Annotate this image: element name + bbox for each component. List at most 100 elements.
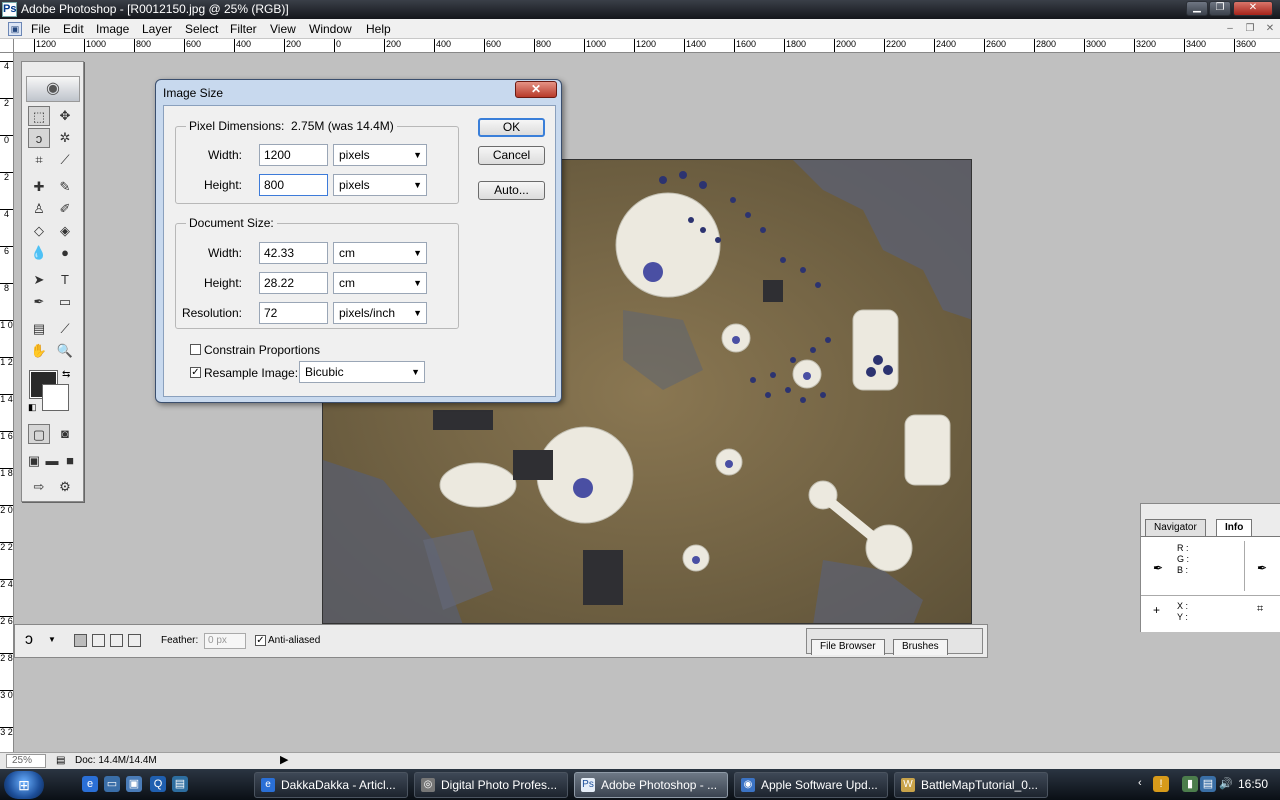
- vertical-ruler[interactable]: 4 2 0 2 4 6 8 1 0 1 2 1 4 1 6 1 8 2 0 2 2 2 4 2 6 2 8 3 0…: [0, 53, 14, 753]
- taskbar-button-apple-update[interactable]: ◉ Apple Software Upd...: [734, 772, 888, 798]
- tray-security-icon[interactable]: !: [1153, 776, 1169, 792]
- menu-help[interactable]: Help: [366, 22, 391, 36]
- magic-wand-tool-icon[interactable]: ✲: [54, 128, 76, 148]
- pen-tool-icon[interactable]: ✒: [28, 292, 50, 312]
- minimize-icon[interactable]: ▁: [1186, 1, 1208, 16]
- cancel-button[interactable]: Cancel: [478, 146, 545, 165]
- menu-select[interactable]: Select: [185, 22, 218, 36]
- standard-screen-mode-icon[interactable]: ▣: [26, 451, 42, 471]
- menu-edit[interactable]: Edit: [63, 22, 84, 36]
- photoshop-quicklaunch-icon[interactable]: ▤: [172, 776, 188, 792]
- tray-expand-icon[interactable]: ‹: [1138, 777, 1142, 789]
- taskbar-button-digital-photo[interactable]: ◎ Digital Photo Profes...: [414, 772, 568, 798]
- constrain-proportions-checkbox[interactable]: [190, 344, 201, 355]
- horizontal-ruler[interactable]: 1200 1000 800 600 400 200 0 200 400 600 800 1000 120…: [14, 39, 1280, 53]
- dialog-close-icon[interactable]: ✕: [515, 81, 557, 98]
- taskbar-button-photoshop[interactable]: Ps Adobe Photoshop - ...: [574, 772, 728, 798]
- background-color-swatch[interactable]: [42, 384, 69, 411]
- healing-brush-tool-icon[interactable]: ✚: [28, 177, 50, 197]
- restore-icon[interactable]: ❐: [1209, 1, 1231, 16]
- crop-tool-icon[interactable]: ⌗: [28, 150, 50, 170]
- zoom-tool-icon[interactable]: 🔍: [54, 341, 76, 361]
- ruler-corner[interactable]: [0, 39, 14, 53]
- full-screen-menu-mode-icon[interactable]: ▬: [44, 451, 60, 471]
- tray-network-icon[interactable]: ▤: [1200, 776, 1216, 792]
- notes-tool-icon[interactable]: ▤: [28, 319, 50, 339]
- subtract-from-selection-icon[interactable]: [110, 634, 123, 647]
- dodge-tool-icon[interactable]: ●: [54, 243, 76, 263]
- resample-image-checkbox[interactable]: ✓: [190, 367, 201, 378]
- rectangle-tool-icon[interactable]: ▭: [54, 292, 76, 312]
- brush-tool-icon[interactable]: ✎: [54, 177, 76, 197]
- preset-dropdown-icon[interactable]: ▼: [48, 635, 56, 644]
- taskbar-button-dakkadakka[interactable]: e DakkaDakka - Articl...: [254, 772, 408, 798]
- full-screen-mode-icon[interactable]: ■: [62, 451, 78, 471]
- menu-image[interactable]: Image: [96, 22, 129, 36]
- swap-colors-icon[interactable]: ⇆: [62, 369, 70, 380]
- paint-bucket-tool-icon[interactable]: ◈: [54, 221, 76, 241]
- blur-tool-icon[interactable]: 💧: [28, 243, 50, 263]
- lasso-preset-icon[interactable]: ↄ: [25, 631, 33, 649]
- doc-width-input[interactable]: 42.33: [259, 242, 328, 264]
- resample-method-select[interactable]: Bicubic ▼: [299, 361, 425, 383]
- zoom-level-field[interactable]: 25%: [6, 754, 46, 768]
- doc-width-unit-select[interactable]: cm ▼: [333, 242, 427, 264]
- close-icon[interactable]: ✕: [1233, 1, 1273, 16]
- feather-input[interactable]: 0 px: [204, 633, 246, 649]
- tray-device-icon[interactable]: ▮: [1182, 776, 1198, 792]
- eraser-tool-icon[interactable]: ◇: [28, 221, 50, 241]
- pixel-width-unit-select[interactable]: pixels ▼: [333, 144, 427, 166]
- history-brush-tool-icon[interactable]: ✐: [54, 199, 76, 219]
- auto-button[interactable]: Auto...: [478, 181, 545, 200]
- switch-windows-icon[interactable]: ▣: [126, 776, 142, 792]
- default-colors-icon[interactable]: ◧: [28, 402, 37, 413]
- quick-mask-mode-icon[interactable]: ◙: [54, 424, 76, 444]
- status-menu-arrow-icon[interactable]: ▶: [280, 753, 288, 766]
- tab-navigator[interactable]: Navigator: [1145, 519, 1206, 536]
- menu-filter[interactable]: Filter: [230, 22, 257, 36]
- slice-tool-icon[interactable]: ⟋: [54, 150, 76, 170]
- menu-window[interactable]: Window: [309, 22, 352, 36]
- tab-brushes[interactable]: Brushes: [893, 639, 948, 655]
- volume-icon[interactable]: 🔊: [1218, 776, 1234, 792]
- jump-to-imageready-icon[interactable]: ⇨: [28, 477, 50, 497]
- document-icon[interactable]: ▣: [8, 22, 22, 36]
- clone-stamp-tool-icon[interactable]: ♙: [28, 199, 50, 219]
- start-button[interactable]: ⊞: [4, 771, 44, 799]
- menu-layer[interactable]: Layer: [142, 22, 172, 36]
- clock[interactable]: 16:50: [1238, 777, 1268, 791]
- photoshop-logo-icon[interactable]: ◉: [26, 76, 80, 102]
- anti-aliased-checkbox[interactable]: ✓: [255, 635, 266, 646]
- add-to-selection-icon[interactable]: [92, 634, 105, 647]
- menu-file[interactable]: File: [31, 22, 50, 36]
- window-title-bar[interactable]: Ps Adobe Photoshop - [R0012150.jpg @ 25%…: [0, 0, 1280, 19]
- ok-button[interactable]: OK: [478, 118, 545, 137]
- show-desktop-icon[interactable]: ▭: [104, 776, 120, 792]
- menu-view[interactable]: View: [270, 22, 296, 36]
- doc-height-input[interactable]: 28.22: [259, 272, 328, 294]
- resolution-unit-select[interactable]: pixels/inch ▼: [333, 302, 427, 324]
- eyedropper-tool-icon[interactable]: ⟋: [54, 319, 76, 339]
- standard-mode-icon[interactable]: ▢: [28, 424, 50, 444]
- doc-close-icon[interactable]: ✕: [1262, 22, 1278, 36]
- doc-minimize-icon[interactable]: –: [1222, 22, 1238, 36]
- ie-quicklaunch-icon[interactable]: e: [82, 776, 98, 792]
- tab-file-browser[interactable]: File Browser: [811, 639, 885, 655]
- pixel-width-input[interactable]: 1200: [259, 144, 328, 166]
- path-selection-tool-icon[interactable]: ➤: [28, 270, 50, 290]
- tab-info[interactable]: Info: [1216, 519, 1253, 536]
- type-tool-icon[interactable]: T: [54, 270, 76, 290]
- hand-tool-icon[interactable]: ✋: [28, 341, 50, 361]
- jump-to-app-icon[interactable]: ⚙: [54, 477, 76, 497]
- lasso-tool-icon[interactable]: ↄ: [28, 128, 50, 148]
- pixel-height-unit-select[interactable]: pixels ▼: [333, 174, 427, 196]
- resolution-input[interactable]: 72: [259, 302, 328, 324]
- search-quicklaunch-icon[interactable]: Q: [150, 776, 166, 792]
- taskbar-button-battlemap[interactable]: W BattleMapTutorial_0...: [894, 772, 1048, 798]
- doc-height-unit-select[interactable]: cm ▼: [333, 272, 427, 294]
- new-selection-icon[interactable]: [74, 634, 87, 647]
- pixel-height-input[interactable]: 800: [259, 174, 328, 196]
- doc-restore-icon[interactable]: ❐: [1242, 22, 1258, 36]
- marquee-tool-icon[interactable]: ⬚: [28, 106, 50, 126]
- intersect-selection-icon[interactable]: [128, 634, 141, 647]
